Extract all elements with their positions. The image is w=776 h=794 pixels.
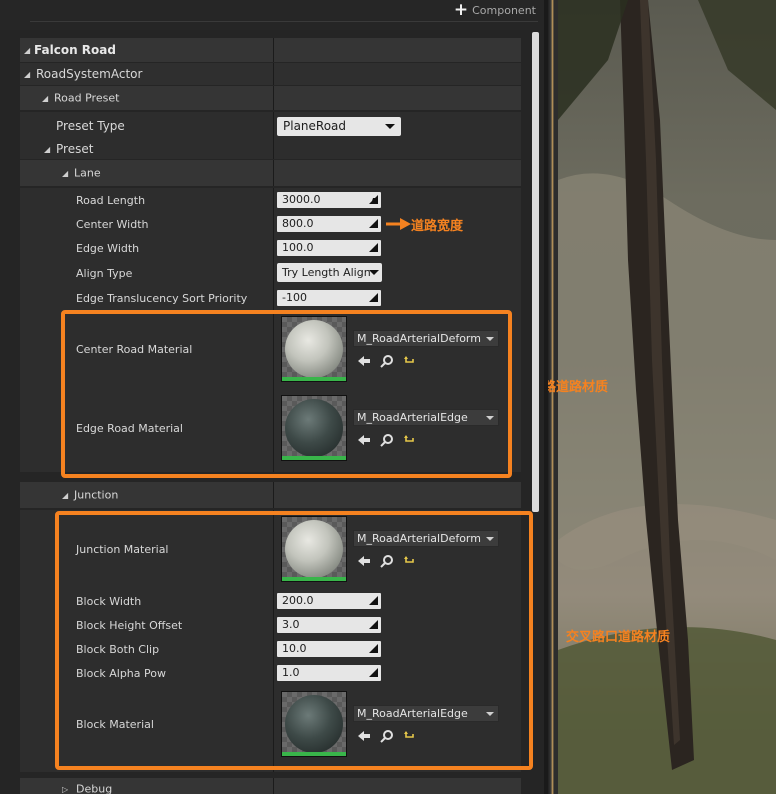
edge-width-input[interactable]: 100.0 bbox=[277, 240, 381, 256]
details-scrollbar[interactable] bbox=[532, 32, 539, 512]
drag-handle-icon[interactable] bbox=[369, 243, 378, 252]
road-length-label: Road Length bbox=[76, 194, 146, 207]
toolbar-divider bbox=[30, 21, 538, 22]
preset-type-dropdown[interactable]: PlaneRoad bbox=[277, 117, 401, 136]
level-viewport[interactable]: 主路道路材质 交叉路口道路材质 bbox=[548, 0, 776, 794]
drag-handle-icon[interactable] bbox=[369, 219, 378, 228]
add-component-label: Component bbox=[472, 3, 536, 17]
collapse-arrow-icon[interactable]: ◢ bbox=[44, 145, 50, 154]
preset-type-label: Preset Type bbox=[56, 118, 125, 133]
edge-width-value: 100.0 bbox=[282, 241, 314, 254]
align-type-label: Align Type bbox=[76, 267, 133, 280]
group-junction-label: Junction bbox=[74, 488, 119, 502]
road-length-input[interactable]: 3000.0 bbox=[277, 192, 381, 208]
annotation-main-road-material: 主路道路材质 bbox=[548, 380, 609, 395]
group-road-preset[interactable]: ◢ Road Preset bbox=[20, 86, 521, 110]
property-preset-type: Preset Type bbox=[20, 112, 521, 139]
center-width-label: Center Width bbox=[76, 218, 149, 231]
edge-translucency-sort-priority-input[interactable]: -100 bbox=[277, 290, 381, 306]
center-width-value: 800.0 bbox=[282, 217, 314, 230]
group-preset[interactable]: ◢ Preset bbox=[20, 139, 521, 159]
drag-handle-icon[interactable] bbox=[369, 195, 378, 204]
edge-width-label: Edge Width bbox=[76, 242, 140, 255]
annotation-road-width: 道路宽度 bbox=[411, 219, 464, 234]
collapse-arrow-icon[interactable]: ◢ bbox=[24, 70, 30, 79]
preset-type-value: PlaneRoad bbox=[283, 119, 347, 133]
align-type-value: Try Length Align bbox=[282, 266, 371, 279]
category-falcon-road-label: Falcon Road bbox=[34, 43, 116, 57]
align-type-dropdown[interactable]: Try Length Align bbox=[277, 263, 382, 282]
viewport-scene bbox=[558, 0, 776, 794]
collapse-arrow-icon[interactable]: ◢ bbox=[62, 169, 68, 178]
details-panel: + Component Falcon Road ◢ ◢ RoadSystemAc… bbox=[0, 0, 548, 794]
column-divider[interactable] bbox=[273, 160, 274, 186]
chevron-down-icon bbox=[369, 270, 379, 275]
drag-handle-icon[interactable] bbox=[369, 293, 378, 302]
group-junction[interactable]: ◢ Junction bbox=[20, 482, 521, 508]
center-width-input[interactable]: 800.0 bbox=[277, 216, 381, 232]
collapse-arrow-icon[interactable]: ◢ bbox=[62, 491, 68, 500]
column-divider[interactable] bbox=[273, 188, 274, 312]
group-lane-label: Lane bbox=[74, 166, 101, 180]
column-divider[interactable] bbox=[273, 38, 274, 62]
expand-arrow-icon[interactable]: ▷ bbox=[62, 785, 68, 794]
group-debug-label: Debug bbox=[76, 782, 113, 794]
group-road-system-actor-label: RoadSystemActor bbox=[36, 67, 143, 81]
chevron-down-icon bbox=[385, 124, 395, 129]
group-preset-label: Preset bbox=[56, 142, 94, 156]
column-divider[interactable] bbox=[273, 778, 274, 794]
column-divider[interactable] bbox=[273, 86, 274, 110]
group-debug[interactable]: ▷ Debug bbox=[20, 778, 521, 794]
annotation-junction-road-material: 交叉路口道路材质 bbox=[566, 630, 671, 645]
group-road-system-actor[interactable]: ◢ RoadSystemActor bbox=[20, 63, 521, 85]
plus-icon: + bbox=[453, 0, 469, 20]
annotation-arrow-icon bbox=[386, 218, 411, 230]
highlight-lane-materials bbox=[61, 310, 512, 478]
group-lane[interactable]: ◢ Lane bbox=[20, 160, 521, 186]
edge-translucency-sort-priority-value: -100 bbox=[282, 291, 307, 304]
column-divider[interactable] bbox=[273, 482, 274, 508]
details-toolbar: + Component bbox=[0, 0, 548, 30]
collapse-arrow-icon[interactable]: ◢ bbox=[24, 46, 30, 55]
edge-translucency-sort-priority-label: Edge Translucency Sort Priority bbox=[76, 292, 248, 305]
category-falcon-road[interactable]: Falcon Road ◢ bbox=[20, 38, 521, 62]
collapse-arrow-icon[interactable]: ◢ bbox=[42, 94, 48, 103]
group-road-preset-label: Road Preset bbox=[54, 91, 120, 105]
road-length-value: 3000.0 bbox=[282, 193, 321, 206]
highlight-junction bbox=[55, 511, 533, 770]
add-component-button[interactable]: + Component bbox=[453, 0, 536, 20]
column-divider[interactable] bbox=[273, 112, 274, 139]
column-divider[interactable] bbox=[273, 139, 274, 159]
column-divider[interactable] bbox=[273, 63, 274, 85]
